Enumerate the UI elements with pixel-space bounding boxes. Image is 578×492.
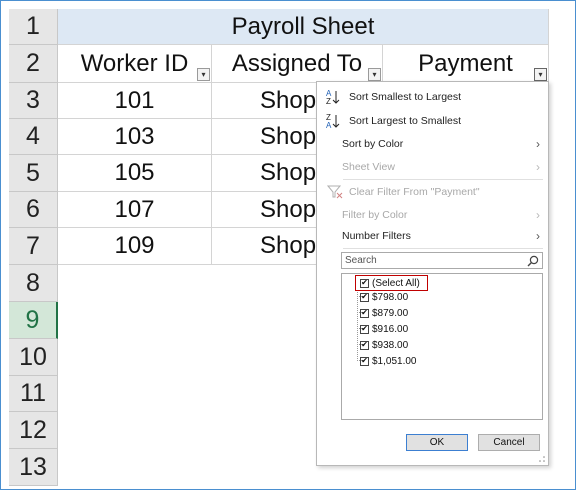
select-all-checkbox[interactable]: ✔ (Select All) <box>360 276 420 290</box>
sort-ascending-label: Sort Smallest to Largest <box>349 91 462 103</box>
value-label: $879.00 <box>372 307 409 319</box>
cell-worker-id[interactable]: 101 <box>58 83 212 119</box>
filter-dropdown-icon[interactable]: ▾ <box>368 68 381 81</box>
cell-worker-id[interactable]: 109 <box>58 228 212 265</box>
value-checkbox[interactable]: ✔ $1,051.00 <box>360 354 417 368</box>
search-placeholder: Search <box>345 255 377 266</box>
chevron-right-icon: › <box>536 137 540 151</box>
row-header-8[interactable]: 8 <box>9 265 58 302</box>
checkbox-checked[interactable]: ✔ <box>360 324 369 334</box>
value-label: $1,051.00 <box>372 355 417 367</box>
cell-worker-id[interactable]: 103 <box>58 119 212 155</box>
number-filters-label: Number Filters <box>342 230 411 242</box>
row-header-6[interactable]: 6 <box>9 192 58 228</box>
chevron-right-icon: › <box>536 208 540 222</box>
header-assigned-to-label: Assigned To <box>231 49 363 77</box>
checkbox-checked[interactable]: ✔ <box>360 308 369 318</box>
header-assigned-to[interactable]: Assigned To <box>212 45 383 83</box>
row-header-10[interactable]: 10 <box>9 339 58 376</box>
header-worker-id[interactable]: Worker ID <box>58 45 212 83</box>
filter-dropdown-icon[interactable]: ▾ <box>197 68 210 81</box>
row-header-13[interactable]: 13 <box>9 449 58 486</box>
sort-by-color-label: Sort by Color <box>342 138 404 150</box>
header-payment-label: Payment <box>418 49 513 77</box>
select-all-label: (Select All) <box>372 277 420 289</box>
row-header-7[interactable]: 7 <box>9 228 58 265</box>
sort-descending-item[interactable]: Z A Sort Largest to Smallest <box>317 110 548 132</box>
sheet-title-cell[interactable]: Payroll Sheet <box>58 9 549 45</box>
sort-by-color-item[interactable]: Sort by Color › <box>317 133 548 155</box>
checkbox-checked[interactable]: ✔ <box>360 278 369 288</box>
svg-text:Z: Z <box>326 97 331 106</box>
value-label: $798.00 <box>372 291 409 303</box>
row-header-2[interactable]: 2 <box>9 45 58 83</box>
sort-ascending-icon: A Z <box>326 89 340 106</box>
filter-by-color-item: Filter by Color › <box>317 204 548 226</box>
filter-values-list[interactable]: ✔ (Select All) ✔ $798.00 ✔ $879.00 ✔ $91… <box>341 273 543 420</box>
number-filters-item[interactable]: Number Filters › <box>317 225 548 247</box>
header-worker-id-label: Worker ID <box>80 49 189 77</box>
menu-separator <box>343 179 543 180</box>
sort-ascending-item[interactable]: A Z Sort Smallest to Largest <box>317 86 548 108</box>
clear-filter-label: Clear Filter From "Payment" <box>349 186 480 198</box>
tree-line <box>357 290 358 361</box>
row-header-11[interactable]: 11 <box>9 376 58 412</box>
value-checkbox[interactable]: ✔ $798.00 <box>360 290 408 304</box>
cancel-button[interactable]: Cancel <box>478 434 540 451</box>
header-payment[interactable]: Payment <box>383 45 549 83</box>
svg-text:A: A <box>326 121 332 130</box>
sort-descending-label: Sort Largest to Smallest <box>349 115 462 127</box>
resize-grip-icon[interactable] <box>538 455 546 463</box>
checkbox-checked[interactable]: ✔ <box>360 292 369 302</box>
row-header-9[interactable]: 9 <box>9 302 58 339</box>
clear-filter-icon <box>327 185 343 199</box>
clear-filter-item: Clear Filter From "Payment" <box>317 181 548 203</box>
chevron-right-icon: › <box>536 160 540 174</box>
row-header-5[interactable]: 5 <box>9 155 58 192</box>
chevron-right-icon: › <box>536 229 540 243</box>
row-header-4[interactable]: 4 <box>9 119 58 155</box>
row-header-1[interactable]: 1 <box>9 9 58 45</box>
search-input[interactable]: Search <box>341 252 543 269</box>
row-header-3[interactable]: 3 <box>9 83 58 119</box>
menu-separator <box>343 248 543 249</box>
value-label: $938.00 <box>372 339 409 351</box>
filter-dropdown-icon[interactable]: ▾ <box>534 68 547 81</box>
sheet-view-item: Sheet View › <box>317 156 548 178</box>
row-header-12[interactable]: 12 <box>9 412 58 449</box>
sort-descending-icon: Z A <box>326 113 340 130</box>
checkbox-checked[interactable]: ✔ <box>360 340 369 350</box>
autofilter-menu: A Z Sort Smallest to Largest Z A Sort La… <box>316 81 549 466</box>
checkbox-checked[interactable]: ✔ <box>360 356 369 366</box>
value-checkbox[interactable]: ✔ $916.00 <box>360 322 408 336</box>
filter-by-color-label: Filter by Color <box>342 209 408 221</box>
search-icon <box>527 255 539 267</box>
value-checkbox[interactable]: ✔ $938.00 <box>360 338 408 352</box>
ok-button[interactable]: OK <box>406 434 468 451</box>
sheet-view-label: Sheet View <box>342 161 395 173</box>
value-label: $916.00 <box>372 323 409 335</box>
cell-worker-id[interactable]: 107 <box>58 192 212 228</box>
cell-worker-id[interactable]: 105 <box>58 155 212 192</box>
value-checkbox[interactable]: ✔ $879.00 <box>360 306 408 320</box>
